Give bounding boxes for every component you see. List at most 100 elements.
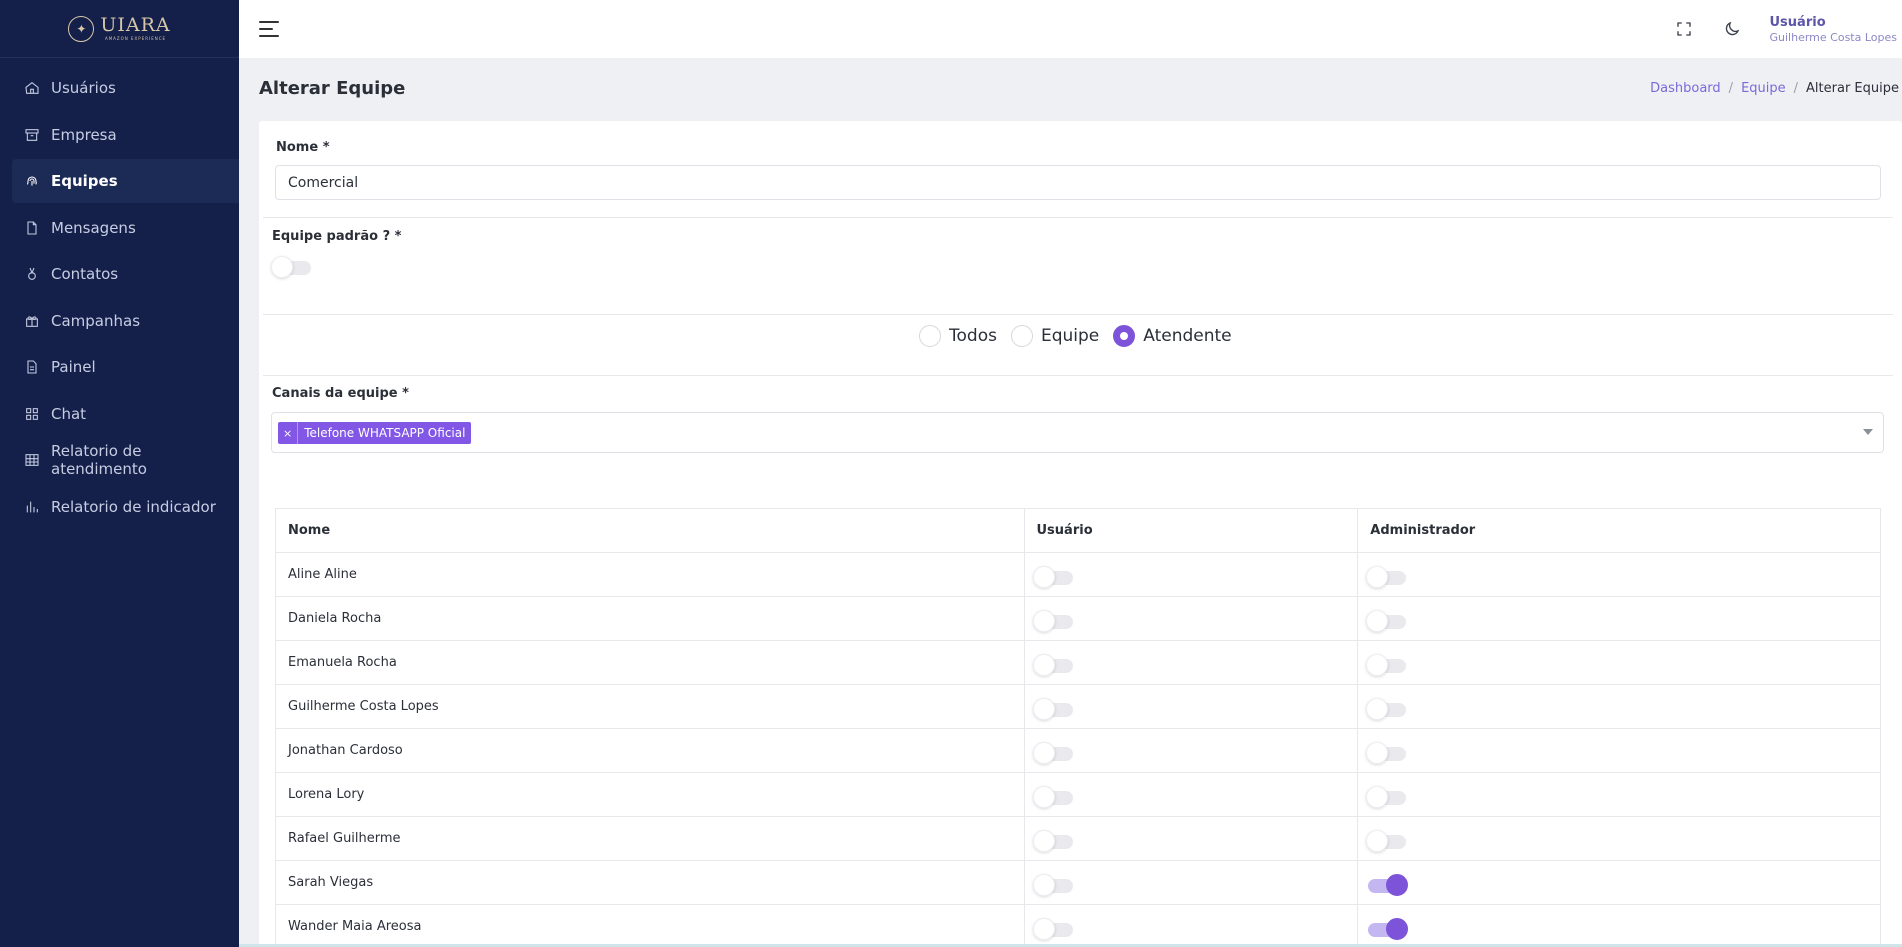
default-team-toggle[interactable]	[271, 256, 313, 278]
sidebar-item-relatorio-de-indicador[interactable]: Relatorio de indicador	[12, 485, 239, 529]
table-row: Lorena Lory	[275, 772, 1881, 817]
grid-icon	[24, 406, 40, 422]
default-team-label: Equipe padrão ? *	[272, 229, 402, 244]
usuario-cell	[1023, 596, 1359, 641]
usuario-toggle[interactable]	[1032, 918, 1075, 940]
usuario-toggle[interactable]	[1032, 566, 1075, 588]
radio-atendente[interactable]: Atendente	[1113, 325, 1232, 347]
member-name: Sarah Viegas	[275, 860, 1025, 905]
member-name: Rafael Guilherme	[275, 816, 1025, 861]
sidebar: ✦ UIARA AMAZON EXPERIENCE Usuários Empres…	[0, 0, 239, 947]
administrador-toggle[interactable]	[1366, 654, 1408, 676]
brand-logo[interactable]: ✦ UIARA AMAZON EXPERIENCE	[0, 0, 239, 58]
team-members-table: Nome Usuário Administrador Aline Aline Da…	[275, 508, 1881, 947]
fingerprint-icon	[24, 173, 40, 189]
medal-icon	[24, 266, 40, 282]
usuario-toggle[interactable]	[1032, 698, 1075, 720]
chip-remove-icon[interactable]: ×	[278, 422, 299, 444]
channel-chip: × Telefone WHATSAPP Oficial	[278, 422, 472, 444]
usuario-toggle[interactable]	[1032, 874, 1075, 896]
administrador-toggle[interactable]	[1366, 786, 1408, 808]
sidebar-item-painel[interactable]: Painel	[12, 345, 239, 389]
table-row: Wander Maia Areosa	[275, 904, 1881, 947]
menu-toggle-icon[interactable]	[259, 21, 279, 37]
usuario-cell	[1023, 816, 1359, 861]
member-name: Guilherme Costa Lopes	[275, 684, 1025, 729]
admin-cell	[1357, 860, 1881, 905]
channel-chip-label: Telefone WHATSAPP Oficial	[304, 426, 466, 440]
gift-icon	[24, 313, 40, 329]
archive-icon	[24, 127, 40, 143]
sidebar-item-label: Relatorio de atendimento	[51, 442, 147, 478]
channels-multiselect[interactable]: × Telefone WHATSAPP Oficial	[271, 412, 1884, 453]
sidebar-item-label: Chat	[51, 404, 87, 423]
usuario-cell	[1023, 552, 1359, 597]
sidebar-item-mensagens[interactable]: Mensagens	[12, 206, 239, 250]
member-name: Emanuela Rocha	[275, 640, 1025, 685]
usuario-cell	[1023, 728, 1359, 773]
table-row: Jonathan Cardoso	[275, 728, 1881, 773]
admin-cell	[1357, 728, 1881, 773]
document-icon	[24, 359, 40, 375]
divider	[263, 375, 1893, 376]
usuario-toggle[interactable]	[1032, 654, 1075, 676]
admin-cell	[1357, 596, 1881, 641]
sidebar-nav: Usuários Empresa Equipes Mensagens Contatos C…	[0, 58, 239, 529]
radio-todos[interactable]: Todos	[919, 325, 997, 347]
breadcrumb-equipe[interactable]: Equipe	[1741, 81, 1786, 96]
member-name: Aline Aline	[275, 552, 1025, 597]
fullscreen-icon[interactable]	[1674, 19, 1694, 39]
administrador-toggle[interactable]	[1366, 830, 1408, 852]
sidebar-item-empresa[interactable]: Empresa	[12, 113, 239, 157]
admin-cell	[1357, 552, 1881, 597]
breadcrumb: Dashboard / Equipe / Alterar Equipe	[1650, 81, 1899, 96]
usuario-toggle[interactable]	[1032, 742, 1075, 764]
page-title: Alterar Equipe	[259, 78, 406, 99]
scope-radio-group: Todos Equipe Atendente	[919, 325, 1246, 347]
radio-equipe[interactable]: Equipe	[1010, 325, 1100, 347]
sidebar-item-label: Relatorio de indicador	[51, 497, 216, 516]
usuario-cell	[1023, 772, 1359, 817]
brand-name: UIARA	[100, 14, 171, 36]
usuario-cell	[1023, 904, 1359, 947]
sidebar-item-equipes[interactable]: Equipes	[12, 159, 239, 203]
admin-cell	[1357, 816, 1881, 861]
user-menu[interactable]: Usuário Guilherme Costa Lopes	[1770, 15, 1898, 44]
administrador-toggle[interactable]	[1366, 698, 1408, 720]
sidebar-item-contatos[interactable]: Contatos	[12, 252, 239, 296]
bar-chart-icon	[24, 499, 40, 515]
table-row: Aline Aline	[275, 552, 1881, 597]
member-name: Wander Maia Areosa	[275, 904, 1025, 947]
usuario-toggle[interactable]	[1032, 830, 1075, 852]
logo-emblem-icon: ✦	[68, 15, 95, 42]
sidebar-item-usuarios[interactable]: Usuários	[12, 66, 239, 110]
administrador-toggle[interactable]	[1366, 918, 1409, 940]
breadcrumb-current: Alterar Equipe	[1806, 81, 1899, 96]
sidebar-item-label: Equipes	[51, 172, 118, 190]
administrador-toggle[interactable]	[1366, 566, 1408, 588]
administrador-toggle[interactable]	[1366, 742, 1408, 764]
sidebar-item-relatorio-de-atendimento[interactable]: Relatorio de atendimento	[12, 438, 239, 482]
team-name-input[interactable]	[275, 165, 1881, 200]
divider	[263, 314, 1893, 315]
usuario-cell	[1023, 860, 1359, 905]
member-name: Lorena Lory	[275, 772, 1025, 817]
home-icon	[24, 80, 40, 96]
administrador-toggle[interactable]	[1366, 874, 1409, 896]
header-usuario: Usuário	[1023, 508, 1359, 553]
usuario-toggle[interactable]	[1032, 786, 1075, 808]
dropdown-caret-icon[interactable]	[1863, 429, 1873, 435]
admin-cell	[1357, 640, 1881, 685]
header-nome: Nome	[275, 508, 1025, 553]
breadcrumb-dashboard[interactable]: Dashboard	[1650, 81, 1721, 96]
admin-cell	[1357, 904, 1881, 947]
sidebar-item-chat[interactable]: Chat	[12, 392, 239, 436]
user-name: Guilherme Costa Lopes	[1769, 30, 1898, 44]
administrador-toggle[interactable]	[1366, 610, 1408, 632]
usuario-toggle[interactable]	[1032, 610, 1075, 632]
radio-label-equipe: Equipe	[1040, 326, 1100, 346]
sidebar-item-campanhas[interactable]: Campanhas	[12, 299, 239, 343]
member-name: Jonathan Cardoso	[275, 728, 1025, 773]
admin-cell	[1357, 772, 1881, 817]
dark-mode-moon-icon[interactable]	[1722, 19, 1742, 39]
